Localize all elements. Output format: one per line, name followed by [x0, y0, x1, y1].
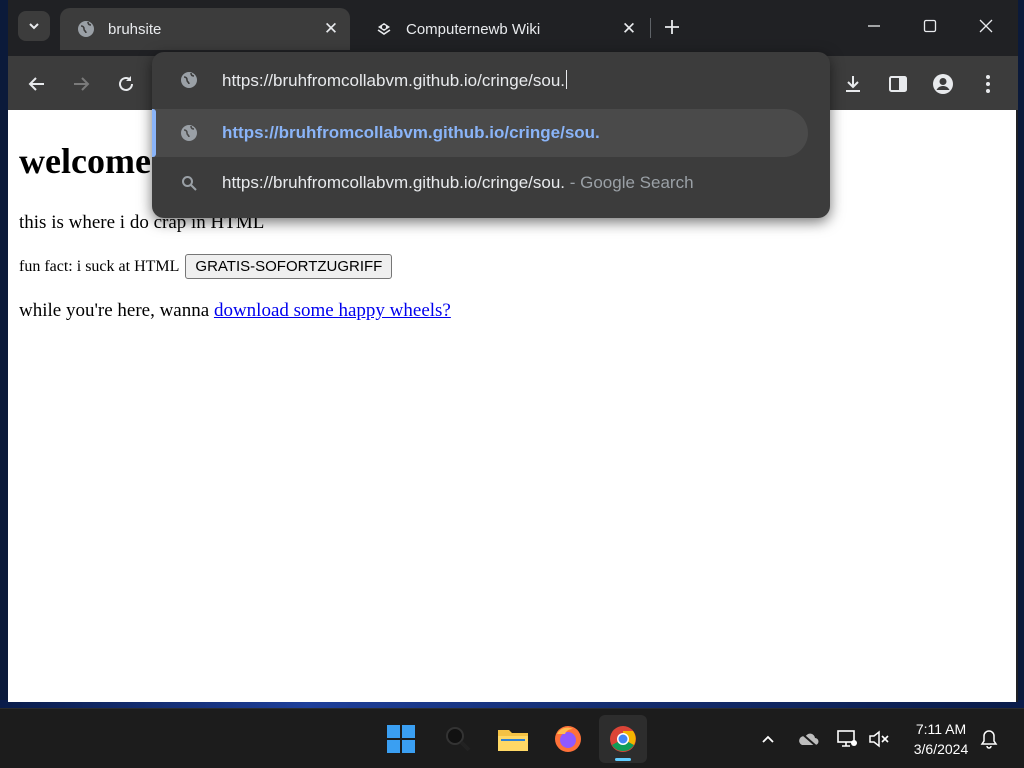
address-input[interactable]: https://bruhfromcollabvm.github.io/cring… [222, 70, 568, 91]
download-icon [846, 76, 860, 92]
chevron-up-icon [762, 735, 774, 743]
back-button[interactable] [20, 67, 54, 101]
download-line: while you're here, wanna download some h… [19, 300, 451, 322]
more-vert-icon [986, 75, 990, 93]
new-tab-button[interactable] [658, 13, 686, 41]
tab-title: Computernewb Wiki [406, 20, 541, 38]
cloud-offline-icon [799, 731, 819, 747]
tab-search-button[interactable] [18, 11, 50, 41]
start-button[interactable] [377, 715, 425, 763]
chevron-down-icon [29, 23, 39, 30]
profile-icon [933, 74, 953, 94]
firefox-icon [555, 726, 581, 752]
screen: bruhsite ✕ Computernewb Wiki ✕ welcome t… [0, 0, 1024, 768]
text-caret [566, 70, 568, 89]
bell-icon [980, 730, 998, 749]
minimize-button[interactable] [854, 10, 894, 42]
maximize-icon [923, 19, 937, 33]
reload-icon [119, 76, 133, 91]
onedrive-tray-icon[interactable] [796, 727, 820, 751]
folder-icon [498, 730, 528, 751]
network-tray-icon[interactable] [835, 727, 859, 751]
network-icon [837, 730, 857, 747]
fun-fact-row: fun fact: i suck at HTML GRATIS-SOFORTZU… [19, 254, 393, 279]
show-hidden-icons-button[interactable] [756, 727, 780, 751]
side-panel-icon [889, 76, 907, 92]
fun-fact-text: fun fact: i suck at HTML [19, 257, 180, 275]
close-icon[interactable]: ✕ [320, 18, 342, 40]
chrome-icon [610, 726, 636, 752]
globe-icon [76, 19, 96, 39]
notifications-button[interactable] [977, 727, 1001, 751]
close-icon [979, 19, 993, 33]
profile-button[interactable] [926, 67, 960, 101]
tab-strip: bruhsite ✕ Computernewb Wiki ✕ [8, 0, 1018, 56]
globe-icon [179, 70, 199, 90]
clock[interactable]: 7:11 AM 3/6/2024 [906, 719, 976, 759]
omnibox[interactable]: https://bruhfromcollabvm.github.io/cring… [152, 52, 830, 108]
active-indicator [615, 758, 631, 761]
page-heading: welcome [19, 141, 151, 181]
arrow-right-icon [74, 77, 90, 91]
happy-wheels-link[interactable]: download some happy wheels? [214, 300, 451, 321]
forward-button[interactable] [64, 67, 98, 101]
tab-bruhsite[interactable]: bruhsite ✕ [60, 8, 350, 50]
tab-computernewb-wiki[interactable]: Computernewb Wiki ✕ [358, 8, 648, 50]
close-window-button[interactable] [966, 10, 1006, 42]
windows-logo-icon [387, 725, 415, 753]
firefox-button[interactable] [544, 715, 592, 763]
downloads-button[interactable] [836, 67, 870, 101]
clock-date: 3/6/2024 [913, 741, 969, 757]
wiki-puzzle-icon [374, 19, 394, 39]
suggestion-url[interactable]: https://bruhfromcollabvm.github.io/cring… [152, 109, 808, 157]
omnibox-dropdown: https://bruhfromcollabvm.github.io/cring… [152, 52, 830, 218]
search-icon [179, 173, 199, 193]
close-icon[interactable]: ✕ [618, 18, 640, 40]
globe-icon [179, 123, 199, 143]
suggestion-suffix: - Google Search [565, 173, 694, 192]
arrow-left-icon [28, 77, 44, 91]
maximize-button[interactable] [910, 10, 950, 42]
suggestion-query: https://bruhfromcollabvm.github.io/cring… [222, 173, 566, 192]
side-panel-button[interactable] [881, 67, 915, 101]
download-prefix: while you're here, wanna [19, 300, 214, 321]
tab-separator [650, 18, 651, 38]
plus-icon [665, 20, 679, 34]
search-icon [446, 727, 471, 752]
suggestion-google-search[interactable]: https://bruhfromcollabvm.github.io/cring… [152, 159, 808, 207]
clock-time: 7:11 AM [915, 721, 967, 737]
chrome-button[interactable] [599, 715, 647, 763]
search-button[interactable] [434, 715, 482, 763]
reload-button[interactable] [109, 67, 143, 101]
suggestion-text: https://bruhfromcollabvm.github.io/cring… [222, 123, 600, 142]
tab-title: bruhsite [108, 20, 162, 38]
gratis-button[interactable]: GRATIS-SOFORTZUGRIFF [185, 254, 393, 279]
suggestion-text: https://bruhfromcollabvm.github.io/cring… [222, 173, 694, 193]
minimize-icon [868, 25, 880, 27]
taskbar: 7:11 AM 3/6/2024 [0, 708, 1024, 768]
address-text: https://bruhfromcollabvm.github.io/cring… [222, 71, 566, 90]
menu-button[interactable] [971, 67, 1005, 101]
volume-tray-icon[interactable] [867, 727, 891, 751]
volume-muted-icon [869, 730, 889, 748]
file-explorer-button[interactable] [489, 715, 537, 763]
